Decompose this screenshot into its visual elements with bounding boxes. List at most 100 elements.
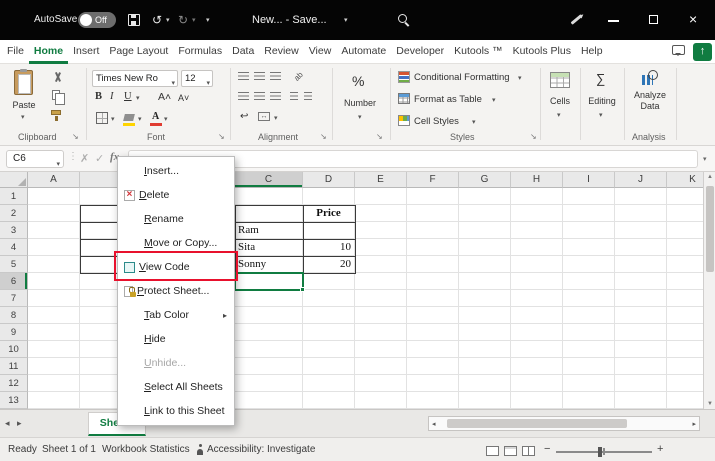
cell-K4[interactable] <box>667 239 703 256</box>
cell-C4[interactable]: Sita <box>235 239 303 256</box>
cell-A7[interactable] <box>28 290 80 307</box>
row-header-4[interactable]: 4 <box>0 239 28 256</box>
decrease-indent-icon[interactable] <box>290 92 298 100</box>
column-header-I[interactable]: I <box>563 172 615 188</box>
menu-item-tab-color[interactable]: Tab Color▸ <box>118 303 234 327</box>
cell-E3[interactable] <box>355 222 407 239</box>
select-all-corner[interactable] <box>0 172 28 188</box>
cell-D5[interactable]: 20 <box>303 256 355 273</box>
cell-H4[interactable] <box>511 239 563 256</box>
merge-dropdown-icon[interactable]: ▾ <box>274 115 278 122</box>
cell-K1[interactable] <box>667 188 703 205</box>
cell-I3[interactable] <box>563 222 615 239</box>
chevron-down-icon[interactable]: ▾ <box>56 157 60 173</box>
undo-dropdown-icon[interactable]: ▾ <box>166 17 170 24</box>
cell-I11[interactable] <box>563 358 615 375</box>
copy-icon[interactable] <box>52 90 60 100</box>
alignment-dialog-launcher-icon[interactable]: ↘ <box>320 132 327 141</box>
customize-qat-icon[interactable]: ▾ <box>206 17 210 24</box>
undo-icon[interactable]: ↺ <box>152 14 162 26</box>
tab-home[interactable]: Home <box>29 40 68 64</box>
zoom-out-icon[interactable]: − <box>544 443 550 455</box>
editing-dropdown-icon[interactable]: ▾ <box>599 112 603 119</box>
cell-J9[interactable] <box>615 324 667 341</box>
chevron-down-icon[interactable]: ▾ <box>171 76 175 91</box>
conditional-formatting-icon[interactable] <box>398 71 410 83</box>
cells-icon[interactable] <box>550 72 570 88</box>
column-header-E[interactable]: E <box>355 172 407 188</box>
minimize-button[interactable] <box>608 20 619 22</box>
cell-H5[interactable] <box>511 256 563 273</box>
cell-K6[interactable] <box>667 273 703 290</box>
tab-review[interactable]: Review <box>259 40 303 64</box>
scroll-up-icon[interactable]: ▲ <box>707 174 713 180</box>
cell-I9[interactable] <box>563 324 615 341</box>
editing-button[interactable]: Editing <box>582 96 622 106</box>
tab-data[interactable]: Data <box>227 40 259 64</box>
cell-J4[interactable] <box>615 239 667 256</box>
cell-I12[interactable] <box>563 375 615 392</box>
align-center-icon[interactable] <box>254 92 265 100</box>
row-header-3[interactable]: 3 <box>0 222 28 239</box>
analyze-data-button[interactable]: Analyze Data <box>630 90 670 112</box>
cell-J1[interactable] <box>615 188 667 205</box>
expand-formula-bar-icon[interactable]: ▾ <box>703 155 707 163</box>
row-header-6[interactable]: 6 <box>0 273 28 290</box>
cell-D1[interactable] <box>303 188 355 205</box>
cell-I6[interactable] <box>563 273 615 290</box>
zoom-slider-handle[interactable] <box>598 447 602 457</box>
paste-dropdown-icon[interactable]: ▾ <box>21 114 25 121</box>
number-dropdown-icon[interactable]: ▾ <box>358 114 362 121</box>
tab-kutools[interactable]: Kutools ™ <box>449 40 507 64</box>
column-header-F[interactable]: F <box>407 172 459 188</box>
tab-page-layout[interactable]: Page Layout <box>104 40 173 64</box>
status-sheet-count[interactable]: Sheet 1 of 1 <box>42 444 96 455</box>
cell-K8[interactable] <box>667 307 703 324</box>
font-color-dropdown-icon[interactable]: ▾ <box>164 116 168 123</box>
scroll-right-icon[interactable]: ▸ <box>692 420 696 428</box>
cell-G3[interactable] <box>459 222 511 239</box>
cell-styles-dropdown-icon[interactable]: ▾ <box>472 119 476 126</box>
tab-insert[interactable]: Insert <box>68 40 104 64</box>
cell-E12[interactable] <box>355 375 407 392</box>
underline-button[interactable]: U <box>124 92 132 103</box>
cell-D12[interactable] <box>303 375 355 392</box>
cell-H7[interactable] <box>511 290 563 307</box>
format-as-table-dropdown-icon[interactable]: ▾ <box>492 97 496 104</box>
cell-J8[interactable] <box>615 307 667 324</box>
font-size-combo[interactable]: 12▾ <box>181 70 213 87</box>
cell-F13[interactable] <box>407 392 459 409</box>
font-dialog-launcher-icon[interactable]: ↘ <box>218 132 225 141</box>
cell-I5[interactable] <box>563 256 615 273</box>
menu-item-select-all-sheets[interactable]: Select All Sheets <box>118 375 234 399</box>
cut-icon[interactable] <box>52 72 63 83</box>
cell-J6[interactable] <box>615 273 667 290</box>
horizontal-scroll-thumb[interactable] <box>447 419 627 428</box>
cell-C5[interactable]: Sonny <box>235 256 303 273</box>
cell-F3[interactable] <box>407 222 459 239</box>
column-header-A[interactable]: A <box>28 172 80 188</box>
row-header-8[interactable]: 8 <box>0 307 28 324</box>
font-name-combo[interactable]: Times New Ro▾ <box>92 70 178 87</box>
cell-E9[interactable] <box>355 324 407 341</box>
cell-C7[interactable] <box>235 290 303 307</box>
align-left-icon[interactable] <box>238 92 249 100</box>
cell-K13[interactable] <box>667 392 703 409</box>
column-header-D[interactable]: D <box>303 172 355 188</box>
cell-I10[interactable] <box>563 341 615 358</box>
decrease-font-icon[interactable]: A˅ <box>178 94 189 103</box>
cell-K9[interactable] <box>667 324 703 341</box>
cell-K3[interactable] <box>667 222 703 239</box>
clipboard-dialog-launcher-icon[interactable]: ↘ <box>72 132 79 141</box>
cell-C1[interactable] <box>235 188 303 205</box>
cell-A1[interactable] <box>28 188 80 205</box>
wrap-text-icon[interactable]: ↩ <box>240 112 248 122</box>
prev-sheet-icon[interactable]: ◂ <box>5 418 10 429</box>
column-header-H[interactable]: H <box>511 172 563 188</box>
cell-E6[interactable] <box>355 273 407 290</box>
close-button[interactable]: × <box>689 11 697 27</box>
cells-dropdown-icon[interactable]: ▾ <box>557 112 561 119</box>
cell-H10[interactable] <box>511 341 563 358</box>
chevron-down-icon[interactable]: ▾ <box>206 76 210 91</box>
cell-A10[interactable] <box>28 341 80 358</box>
